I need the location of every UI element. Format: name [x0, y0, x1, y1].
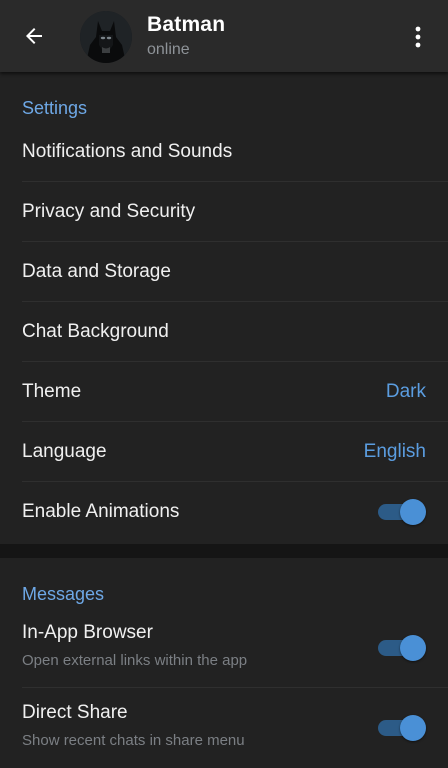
- settings-item-label: Notifications and Sounds: [22, 141, 233, 162]
- batman-avatar-icon: [80, 11, 132, 63]
- enable-animations-toggle[interactable]: [378, 498, 426, 526]
- settings-item-label: Data and Storage: [22, 261, 171, 282]
- section-divider: [0, 544, 448, 558]
- direct-share-toggle[interactable]: [378, 714, 426, 742]
- settings-item-label: Privacy and Security: [22, 201, 196, 222]
- settings-section-title: Settings: [22, 98, 88, 118]
- settings-item-language[interactable]: Language English: [0, 422, 448, 482]
- messages-item-subtitle: Show recent chats in share menu: [22, 732, 245, 749]
- settings-item-label: Theme: [22, 381, 82, 402]
- theme-value: Dark: [385, 381, 426, 402]
- messages-section: Messages In-App Browser Open external li…: [0, 558, 448, 768]
- settings-item-notifications[interactable]: Notifications and Sounds: [0, 122, 448, 182]
- settings-item-theme[interactable]: Theme Dark: [0, 362, 448, 422]
- messages-item-direct-share[interactable]: Direct Share Show recent chats in share …: [0, 688, 448, 768]
- avatar[interactable]: [80, 11, 132, 63]
- app-header: Batman online: [0, 0, 448, 72]
- settings-item-privacy[interactable]: Privacy and Security: [0, 182, 448, 242]
- settings-item-label: Chat Background: [22, 321, 169, 342]
- settings-item-enable-animations[interactable]: Enable Animations: [0, 482, 448, 542]
- messages-item-label: In-App Browser: [22, 622, 153, 643]
- messages-item-subtitle: Open external links within the app: [22, 652, 248, 669]
- messages-section-title: Messages: [22, 584, 105, 604]
- chat-status: online: [147, 41, 190, 58]
- messages-item-in-app-browser[interactable]: In-App Browser Open external links withi…: [0, 608, 448, 688]
- toggle-thumb: [400, 499, 426, 525]
- in-app-browser-toggle[interactable]: [378, 634, 426, 662]
- toggle-thumb: [400, 715, 426, 741]
- settings-item-label: Language: [22, 441, 107, 462]
- settings-section: Settings Notifications and Sounds Privac…: [0, 72, 448, 544]
- messages-item-label: Direct Share: [22, 702, 128, 723]
- settings-item-chat-background[interactable]: Chat Background: [0, 302, 448, 362]
- settings-item-data-storage[interactable]: Data and Storage: [0, 242, 448, 302]
- arrow-left-icon: [26, 28, 42, 44]
- language-value: English: [363, 441, 426, 462]
- settings-item-label: Enable Animations: [22, 501, 180, 522]
- chat-title: Batman: [147, 13, 226, 36]
- toggle-thumb: [400, 635, 426, 661]
- more-menu-button[interactable]: [406, 22, 430, 52]
- kebab-menu-icon: [415, 26, 421, 48]
- back-button[interactable]: [18, 20, 50, 52]
- settings-content: Settings Notifications and Sounds Privac…: [0, 72, 448, 768]
